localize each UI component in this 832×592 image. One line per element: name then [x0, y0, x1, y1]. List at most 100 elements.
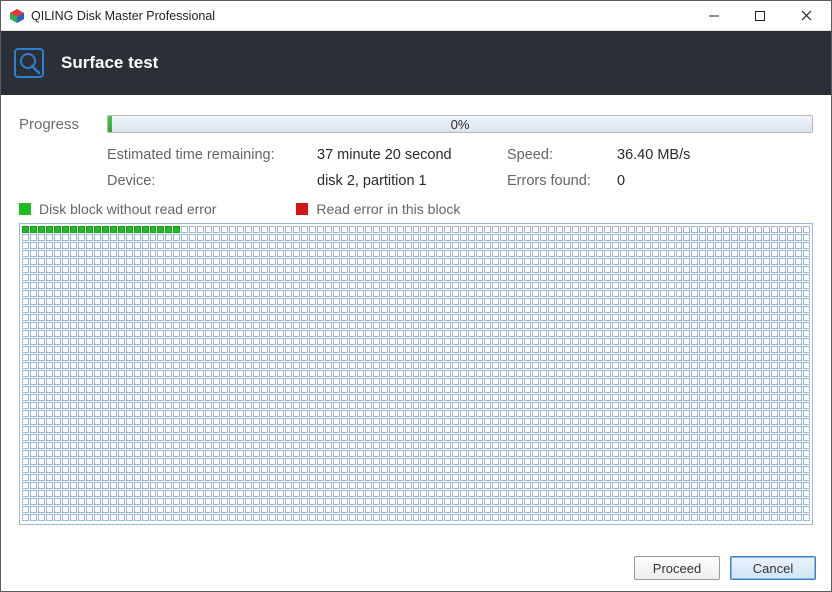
cancel-button[interactable]: Cancel: [730, 556, 816, 580]
block-cell: [277, 450, 284, 457]
block-cell: [428, 266, 435, 273]
block-cell: [197, 354, 204, 361]
block-cell: [428, 314, 435, 321]
block-cell: [86, 402, 93, 409]
block-cell: [652, 330, 659, 337]
block-cell: [126, 378, 133, 385]
block-cell: [78, 474, 85, 481]
block-cell: [548, 442, 555, 449]
block-cell: [731, 234, 738, 241]
block-cell: [532, 338, 539, 345]
block-cell: [668, 346, 675, 353]
block-cell: [253, 234, 260, 241]
block-cell: [70, 474, 77, 481]
block-cell: [213, 234, 220, 241]
block-cell: [699, 490, 706, 497]
block-cell: [420, 418, 427, 425]
block-cell: [636, 322, 643, 329]
block-cell: [723, 250, 730, 257]
block-cell: [349, 330, 356, 337]
block-cell: [739, 274, 746, 281]
block-cell: [779, 282, 786, 289]
block-cell: [253, 330, 260, 337]
block-cell: [229, 338, 236, 345]
block-cell: [142, 514, 149, 521]
block-cell: [301, 378, 308, 385]
block-cell: [30, 418, 37, 425]
block-cell: [110, 234, 117, 241]
block-cell: [245, 290, 252, 297]
block-cell: [620, 442, 627, 449]
block-cell: [150, 274, 157, 281]
block-cell: [221, 458, 228, 465]
block-cell: [325, 346, 332, 353]
block-cell: [484, 442, 491, 449]
block-cell: [102, 474, 109, 481]
block-cell: [548, 394, 555, 401]
block-cell: [253, 514, 260, 521]
block-cell: [771, 322, 778, 329]
block-cell: [269, 362, 276, 369]
block-cell: [373, 386, 380, 393]
block-cell: [86, 346, 93, 353]
block-cell: [70, 482, 77, 489]
block-cell: [78, 482, 85, 489]
block-cell: [444, 410, 451, 417]
block-cell: [349, 458, 356, 465]
block-cell: [205, 290, 212, 297]
block-cell: [389, 482, 396, 489]
block-cell: [413, 298, 420, 305]
block-cell: [317, 378, 324, 385]
block-cell: [460, 378, 467, 385]
block-cell: [197, 402, 204, 409]
block-cell: [683, 466, 690, 473]
block-cell: [142, 234, 149, 241]
block-cell: [556, 410, 563, 417]
block-cell: [134, 402, 141, 409]
block-cell: [70, 386, 77, 393]
block-cell: [580, 442, 587, 449]
block-cell: [604, 346, 611, 353]
block-cell: [652, 314, 659, 321]
block-cell: [540, 410, 547, 417]
block-cell: [365, 490, 372, 497]
block-cell: [38, 266, 45, 273]
block-cell: [564, 322, 571, 329]
block-cell: [683, 322, 690, 329]
block-cell: [620, 394, 627, 401]
block-cell: [660, 370, 667, 377]
block-cell: [221, 402, 228, 409]
block-cell: [142, 226, 149, 233]
block-cell: [221, 482, 228, 489]
block-cell: [556, 226, 563, 233]
close-button[interactable]: [783, 1, 829, 31]
block-cell: [301, 410, 308, 417]
minimize-button[interactable]: [691, 1, 737, 31]
block-cell: [285, 370, 292, 377]
block-cell: [604, 498, 611, 505]
block-cell: [795, 338, 802, 345]
block-cell: [86, 378, 93, 385]
proceed-button[interactable]: Proceed: [634, 556, 720, 580]
block-cell: [492, 250, 499, 257]
block-cell: [165, 418, 172, 425]
block-cell: [747, 234, 754, 241]
block-cell: [189, 306, 196, 313]
block-cell: [157, 370, 164, 377]
block-cell: [70, 242, 77, 249]
block-cell: [636, 250, 643, 257]
block-cell: [492, 378, 499, 385]
block-cell: [676, 498, 683, 505]
block-cell: [189, 402, 196, 409]
block-cell: [652, 378, 659, 385]
block-cell: [245, 298, 252, 305]
block-cell: [389, 282, 396, 289]
block-cell: [803, 514, 810, 521]
block-cell: [604, 490, 611, 497]
block-cell: [389, 314, 396, 321]
block-cell: [779, 466, 786, 473]
maximize-button[interactable]: [737, 1, 783, 31]
block-cell: [349, 250, 356, 257]
block-cell: [580, 498, 587, 505]
block-cell: [341, 442, 348, 449]
